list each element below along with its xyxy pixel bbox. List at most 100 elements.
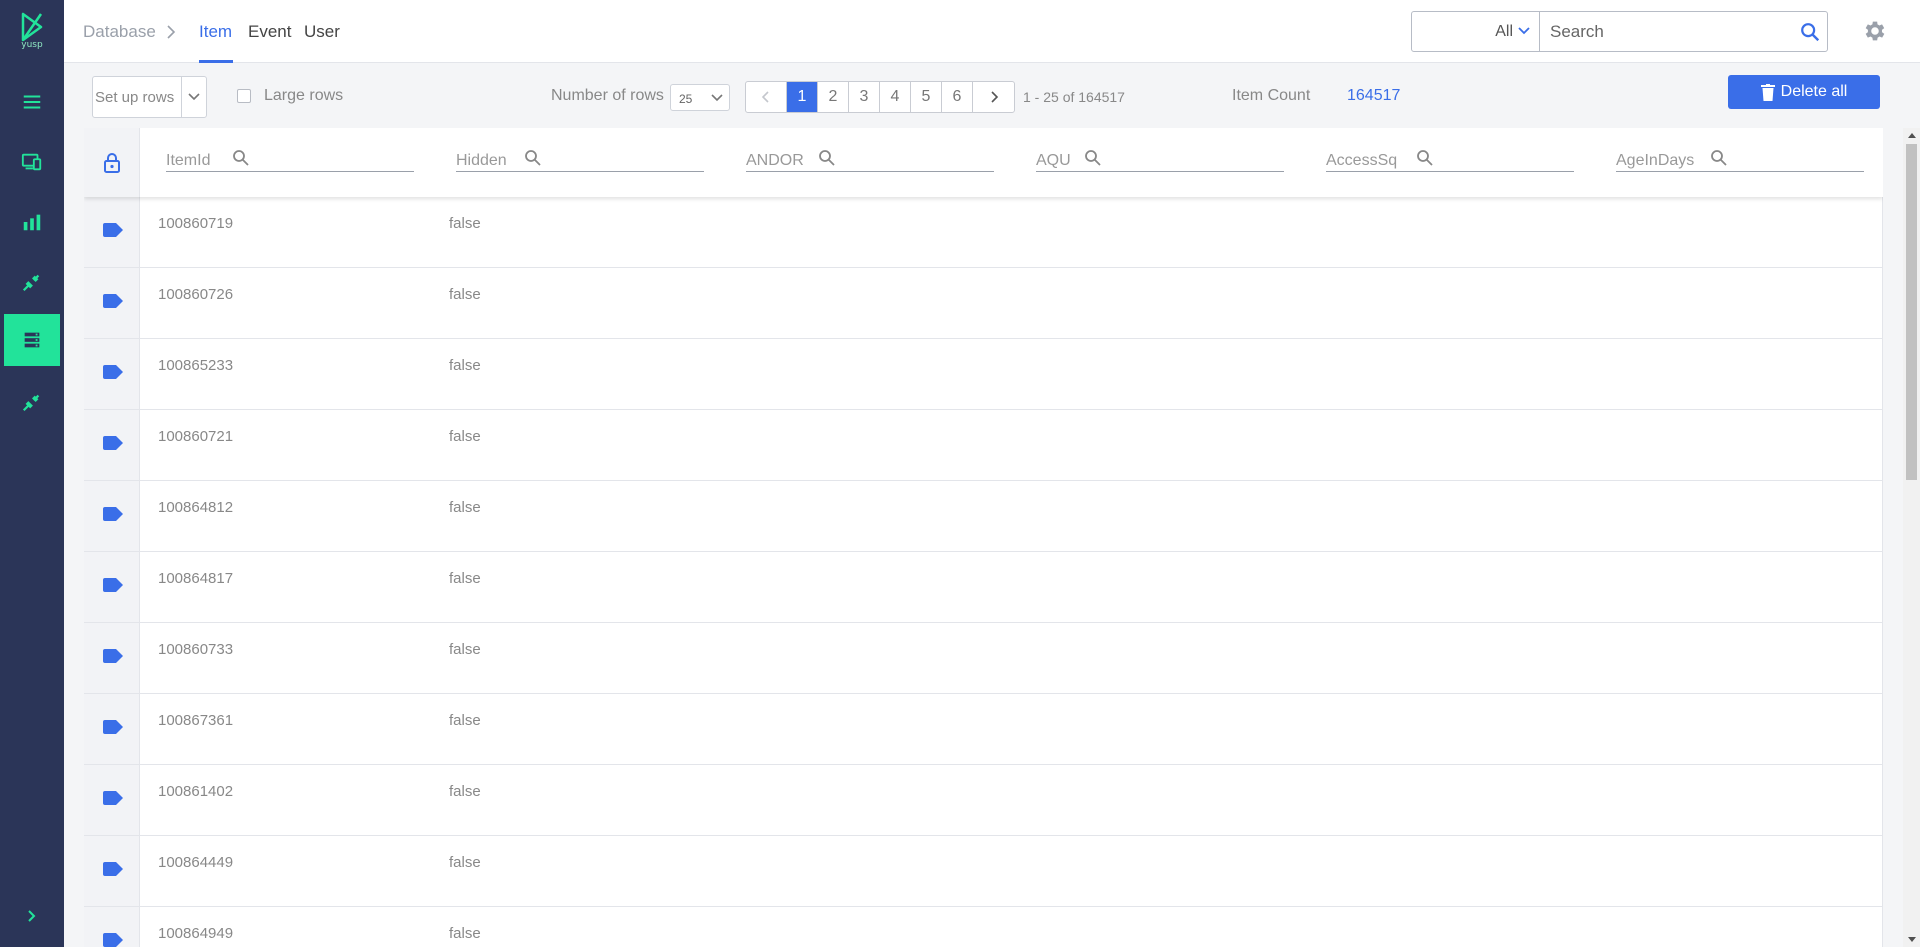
column-filter-itemid[interactable]: ItemId [166, 142, 414, 172]
table-row[interactable]: 100864949 false [84, 907, 1883, 947]
cell-hidden: false [449, 925, 481, 942]
cell-itemid: 100864949 [158, 925, 234, 942]
row-marker[interactable] [84, 481, 140, 551]
chevron-left-icon [761, 91, 769, 103]
column-header-hidden: Hidden [456, 152, 507, 169]
tab-event[interactable]: Event [248, 22, 291, 42]
column-header-itemid: ItemId [166, 152, 211, 169]
delete-all-button[interactable]: Delete all [1728, 75, 1880, 109]
cell-hidden: false [449, 854, 481, 871]
column-header-accesssq: AccessSq [1326, 152, 1398, 169]
column-filter-ageindays[interactable]: AgeInDays [1616, 142, 1864, 172]
next-page-button[interactable] [973, 82, 1014, 112]
set-up-rows-arrow[interactable] [181, 77, 206, 117]
sidebar-item-integration[interactable] [4, 256, 60, 308]
page-button-4[interactable]: 4 [880, 82, 911, 112]
row-marker[interactable] [84, 765, 140, 835]
sidebar-item-database[interactable] [4, 314, 60, 366]
search-icon[interactable] [1799, 21, 1821, 43]
cell-hidden: false [449, 570, 481, 587]
table-row[interactable]: 100861402 false [84, 765, 1883, 836]
rows-per-page-value: 25 [679, 92, 693, 106]
cell-itemid: 100867361 [158, 712, 234, 729]
prev-page-button[interactable] [746, 82, 787, 112]
table-row[interactable]: 100860721 false [84, 410, 1883, 481]
table-body: 100860719 false 100860726 false 10086523… [84, 197, 1883, 947]
set-up-rows-dropdown[interactable]: Set up rows [92, 76, 207, 118]
cell-hidden: false [449, 286, 481, 303]
table-row[interactable]: 100864817 false [84, 552, 1883, 623]
lock-open-icon [103, 152, 120, 173]
tag-icon [103, 223, 123, 237]
cell-itemid: 100860721 [158, 428, 234, 445]
rows-per-page-select[interactable]: 25 [670, 84, 730, 111]
sidebar-item-devices[interactable] [4, 136, 60, 188]
logo-icon [21, 12, 43, 42]
number-of-rows-label: Number of rows [551, 87, 664, 104]
tag-icon [103, 791, 123, 805]
search-filter-select[interactable]: All [1412, 12, 1540, 51]
search-icon[interactable] [1710, 149, 1728, 167]
delete-all-label: Delete all [1780, 83, 1848, 100]
row-marker[interactable] [84, 694, 140, 764]
table-row[interactable]: 100860726 false [84, 268, 1883, 339]
search-input[interactable] [1550, 12, 1790, 51]
sidebar-item-analytics[interactable] [4, 196, 60, 248]
table-row[interactable]: 100867361 false [84, 694, 1883, 765]
tab-item[interactable]: Item [199, 22, 232, 42]
table-row[interactable]: 100864812 false [84, 481, 1883, 552]
row-marker[interactable] [84, 836, 140, 906]
triangle-down-icon [1907, 937, 1916, 942]
row-marker[interactable] [84, 623, 140, 693]
tag-icon [103, 862, 123, 876]
search-icon[interactable] [1084, 149, 1102, 167]
table-header: ItemId Hidden ANDOR AQU AccessSq AgeInDa… [84, 128, 1883, 197]
row-marker[interactable] [84, 339, 140, 409]
tag-icon [103, 720, 123, 734]
column-filter-accesssq[interactable]: AccessSq [1326, 142, 1574, 172]
tab-user[interactable]: User [304, 22, 340, 42]
search-box: All [1411, 11, 1828, 52]
table-row[interactable]: 100860719 false [84, 197, 1883, 268]
row-marker[interactable] [84, 197, 140, 267]
lock-column-toggle[interactable] [84, 128, 140, 197]
breadcrumb[interactable]: Database [83, 22, 176, 42]
search-icon[interactable] [232, 149, 250, 167]
column-filter-aqu[interactable]: AQU [1036, 142, 1284, 172]
search-filter-value: All [1495, 23, 1513, 40]
sidebar-item-menu[interactable] [4, 76, 60, 128]
sidebar-item-connector[interactable] [4, 376, 60, 428]
scrollbar-thumb[interactable] [1906, 144, 1917, 480]
large-rows-checkbox[interactable] [237, 89, 251, 103]
table-row[interactable]: 100865233 false [84, 339, 1883, 410]
table-row[interactable]: 100860733 false [84, 623, 1883, 694]
search-icon[interactable] [1416, 149, 1434, 167]
row-marker[interactable] [84, 552, 140, 622]
devices-icon [21, 153, 42, 171]
page-button-5[interactable]: 5 [911, 82, 942, 112]
column-filter-hidden[interactable]: Hidden [456, 142, 704, 172]
scroll-down-button[interactable] [1903, 933, 1920, 947]
row-marker[interactable] [84, 907, 140, 947]
vertical-scrollbar[interactable] [1903, 128, 1920, 947]
scroll-up-button[interactable] [1903, 128, 1920, 142]
cell-hidden: false [449, 783, 481, 800]
search-icon[interactable] [818, 149, 836, 167]
column-filter-andor[interactable]: ANDOR [746, 142, 994, 172]
chevron-right-icon [167, 25, 175, 39]
row-marker[interactable] [84, 268, 140, 338]
gear-icon[interactable] [1862, 18, 1888, 44]
search-icon[interactable] [524, 149, 542, 167]
page-button-6[interactable]: 6 [942, 82, 973, 112]
page-button-1[interactable]: 1 [787, 82, 818, 112]
cell-itemid: 100865233 [158, 357, 234, 374]
table-row[interactable]: 100864449 false [84, 836, 1883, 907]
tag-icon [103, 578, 123, 592]
page-button-3[interactable]: 3 [849, 82, 880, 112]
bar-chart-icon [23, 214, 41, 231]
page-button-2[interactable]: 2 [818, 82, 849, 112]
row-marker[interactable] [84, 410, 140, 480]
sidebar-expand-button[interactable] [4, 890, 60, 942]
pagination: 1 2 3 4 5 6 [745, 81, 1015, 113]
item-count-value: 164517 [1347, 87, 1401, 104]
